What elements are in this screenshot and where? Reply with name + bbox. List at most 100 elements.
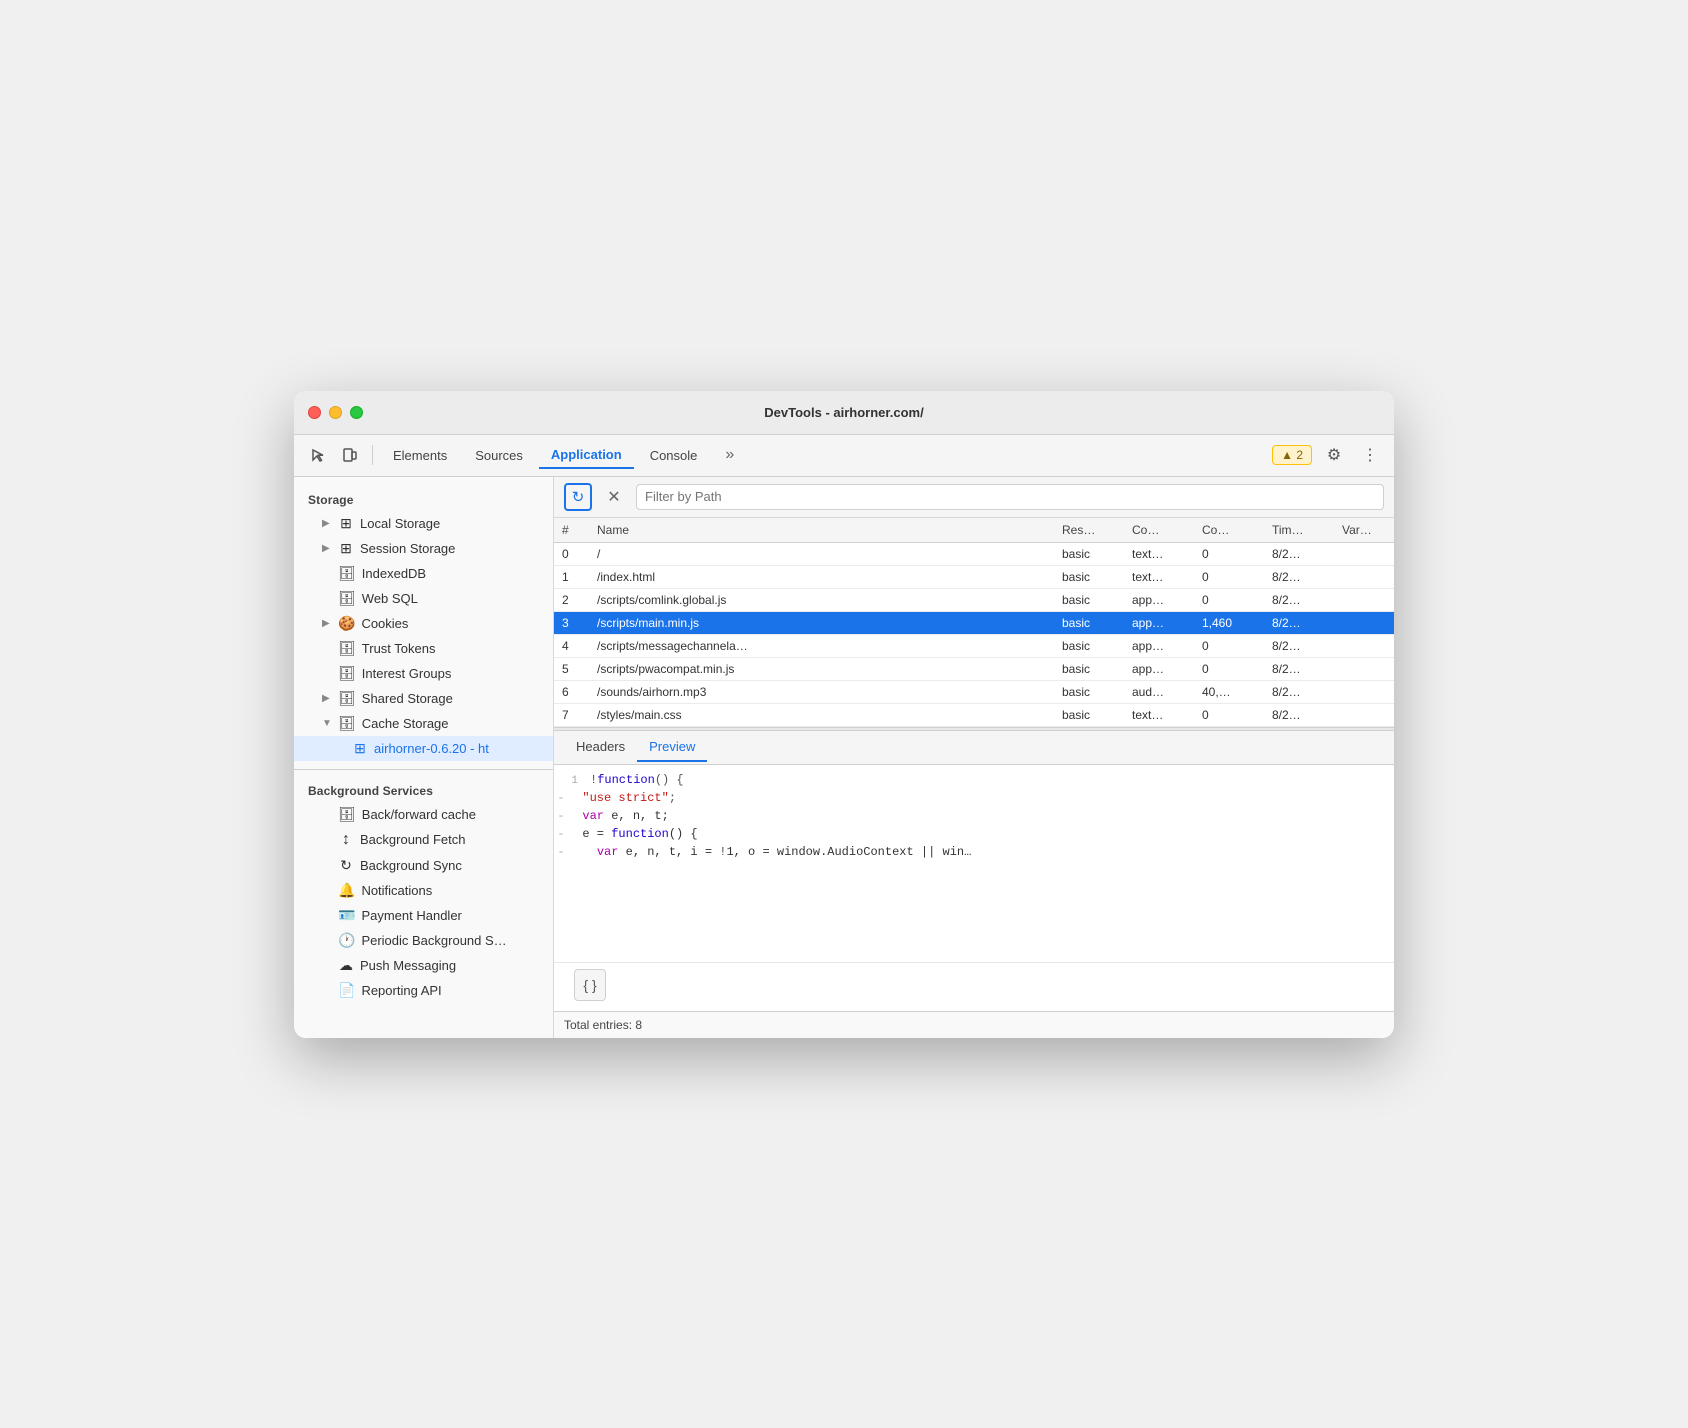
titlebar: DevTools - airhorner.com/: [294, 391, 1394, 435]
col-header-name[interactable]: Name: [589, 518, 1054, 543]
tab-elements[interactable]: Elements: [381, 441, 459, 469]
table-cell: /index.html: [589, 565, 1054, 588]
col-header-time[interactable]: Tim…: [1264, 518, 1334, 543]
refresh-button[interactable]: ↻: [564, 483, 592, 511]
sidebar-item-reporting-api[interactable]: 📄 Reporting API: [294, 978, 553, 1003]
table-row[interactable]: 1/index.htmlbasictext…08/2…: [554, 565, 1394, 588]
table-cell: 8/2…: [1264, 565, 1334, 588]
table-row[interactable]: 0/basictext…08/2…: [554, 542, 1394, 565]
table-row[interactable]: 7/styles/main.cssbasictext…08/2…: [554, 703, 1394, 726]
tab-application[interactable]: Application: [539, 441, 634, 469]
sidebar-item-interest-groups[interactable]: 🗄 Interest Groups: [294, 661, 553, 686]
table-cell: [1334, 634, 1394, 657]
sidebar-item-cache-entry[interactable]: ⊞ airhorner-0.6.20 - ht: [294, 736, 553, 761]
sidebar-item-periodic-bg-sync[interactable]: 🕐 Periodic Background S…: [294, 928, 553, 953]
table-row[interactable]: 5/scripts/pwacompat.min.jsbasicapp…08/2…: [554, 657, 1394, 680]
table-cell: /styles/main.css: [589, 703, 1054, 726]
pretty-print-button[interactable]: { }: [574, 969, 606, 1001]
minimize-button[interactable]: [329, 406, 342, 419]
table-wrapper: # Name Res… Co… Co… Tim… Var… 0/basictex…: [554, 518, 1394, 727]
maximize-button[interactable]: [350, 406, 363, 419]
line-number: 1: [554, 775, 590, 787]
sidebar-item-cookies[interactable]: ▶ 🍪 Cookies: [294, 611, 553, 636]
sidebar-item-background-sync[interactable]: ↻ Background Sync: [294, 853, 553, 878]
table-cell: 5: [554, 657, 589, 680]
sidebar-label-cache-storage: Cache Storage: [362, 716, 449, 731]
table-cell: 1: [554, 565, 589, 588]
table-cell: [1334, 565, 1394, 588]
bg-services-title: Background Services: [294, 778, 553, 802]
trust-tokens-icon: 🗄: [338, 640, 356, 657]
col-header-resp[interactable]: Res…: [1054, 518, 1124, 543]
sidebar-label-reporting: Reporting API: [361, 983, 441, 998]
notifications-icon: 🔔: [338, 882, 355, 899]
sidebar-label-cache-entry: airhorner-0.6.20 - ht: [374, 741, 489, 756]
sidebar-item-cache-storage[interactable]: ▼ 🗄 Cache Storage: [294, 711, 553, 736]
table-cell: [1334, 657, 1394, 680]
line-content: var e, n, t;: [568, 809, 1394, 823]
sidebar-item-push-messaging[interactable]: ☁ Push Messaging: [294, 953, 553, 978]
indexeddb-icon: 🗄: [338, 565, 356, 582]
sidebar-item-back-forward-cache[interactable]: 🗄 Back/forward cache: [294, 802, 553, 827]
table-cell: aud…: [1124, 680, 1194, 703]
cache-toolbar: ↻ ✕: [554, 477, 1394, 518]
table-cell: app…: [1124, 588, 1194, 611]
payment-icon: 🪪: [338, 907, 355, 924]
table-row[interactable]: 6/sounds/airhorn.mp3basicaud…40,…8/2…: [554, 680, 1394, 703]
sidebar-item-shared-storage[interactable]: ▶ 🗄 Shared Storage: [294, 686, 553, 711]
inspect-element-button[interactable]: [304, 441, 332, 469]
sidebar-label-shared-storage: Shared Storage: [362, 691, 453, 706]
table-cell: app…: [1124, 657, 1194, 680]
sidebar-label-interest-groups: Interest Groups: [362, 666, 452, 681]
sidebar-item-session-storage[interactable]: ▶ ⊞ Session Storage: [294, 536, 553, 561]
col-header-co1[interactable]: Co…: [1124, 518, 1194, 543]
code-line-3: - var e, n, t;: [554, 809, 1394, 827]
tab-console[interactable]: Console: [638, 441, 710, 469]
clear-button[interactable]: ✕: [600, 483, 628, 511]
sidebar-item-indexeddb[interactable]: 🗄 IndexedDB: [294, 561, 553, 586]
col-header-num[interactable]: #: [554, 518, 589, 543]
warning-badge[interactable]: ▲ 2: [1272, 445, 1312, 465]
table-cell: 3: [554, 611, 589, 634]
table-cell: 0: [1194, 703, 1264, 726]
tab-more[interactable]: »: [713, 441, 746, 469]
settings-button[interactable]: ⚙: [1320, 441, 1348, 469]
table-cell: 0: [1194, 634, 1264, 657]
table-row[interactable]: 4/scripts/messagechannela…basicapp…08/2…: [554, 634, 1394, 657]
sidebar-divider: [294, 769, 553, 770]
table-cell: 0: [1194, 588, 1264, 611]
device-toggle-button[interactable]: [336, 441, 364, 469]
line-content: var e, n, t, i = !1, o = window.AudioCon…: [568, 845, 1394, 859]
filter-input[interactable]: [636, 484, 1384, 510]
sidebar-item-payment-handler[interactable]: 🪪 Payment Handler: [294, 903, 553, 928]
sidebar-item-trust-tokens[interactable]: 🗄 Trust Tokens: [294, 636, 553, 661]
tab-headers[interactable]: Headers: [564, 733, 637, 762]
col-header-var[interactable]: Var…: [1334, 518, 1394, 543]
sidebar-label-notifications: Notifications: [361, 883, 432, 898]
col-header-co2[interactable]: Co…: [1194, 518, 1264, 543]
sidebar-item-local-storage[interactable]: ▶ ⊞ Local Storage: [294, 511, 553, 536]
sidebar-item-notifications[interactable]: 🔔 Notifications: [294, 878, 553, 903]
close-button[interactable]: [308, 406, 321, 419]
sidebar-item-web-sql[interactable]: 🗄 Web SQL: [294, 586, 553, 611]
arrow-icon-down: ▼: [322, 718, 332, 729]
tab-sources[interactable]: Sources: [463, 441, 535, 469]
table-cell: basic: [1054, 588, 1124, 611]
bg-sync-icon: ↻: [338, 857, 354, 874]
sidebar-label-trust-tokens: Trust Tokens: [362, 641, 436, 656]
arrow-icon: ▶: [322, 543, 332, 554]
table-cell: basic: [1054, 565, 1124, 588]
web-sql-icon: 🗄: [338, 590, 356, 607]
table-cell: 4: [554, 634, 589, 657]
more-options-button[interactable]: ⋮: [1356, 441, 1384, 469]
sidebar-item-background-fetch[interactable]: ↕ Background Fetch: [294, 827, 553, 853]
line-dash: -: [554, 827, 568, 841]
cache-table: # Name Res… Co… Co… Tim… Var… 0/basictex…: [554, 518, 1394, 727]
line-dash: -: [554, 845, 568, 859]
table-row[interactable]: 2/scripts/comlink.global.jsbasicapp…08/2…: [554, 588, 1394, 611]
table-row[interactable]: 3/scripts/main.min.jsbasicapp…1,4608/2…: [554, 611, 1394, 634]
tab-preview[interactable]: Preview: [637, 733, 707, 762]
line-dash: -: [554, 809, 568, 823]
table-cell: 1,460: [1194, 611, 1264, 634]
window-title: DevTools - airhorner.com/: [764, 405, 923, 420]
